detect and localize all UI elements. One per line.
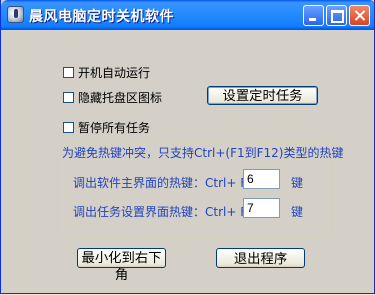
task-hotkey-suffix: 键 — [291, 205, 304, 219]
pause-all-checkbox[interactable]: 暂停所有任务 — [63, 119, 150, 136]
minimize-button[interactable] — [303, 5, 324, 26]
checkbox-box[interactable] — [63, 67, 74, 78]
main-hotkey-label: 调出软件主界面的热键：Ctrl+ F — [73, 176, 248, 190]
pause-all-label: 暂停所有任务 — [78, 121, 151, 135]
checkbox-box[interactable] — [63, 92, 74, 103]
window-title: 晨风电脑定时关机软件 — [29, 9, 174, 25]
task-hotkey-input[interactable] — [243, 198, 280, 218]
exit-button[interactable]: 退出程序 — [216, 248, 305, 268]
main-hotkey-input[interactable] — [243, 169, 280, 189]
hide-tray-checkbox[interactable]: 隐藏托盘区图标 — [63, 89, 162, 106]
main-window: 晨风电脑定时关机软件 开机自动运行 隐藏托盘区图标 设置定时任务 暂停所有任务 … — [0, 0, 375, 294]
set-task-button[interactable]: 设置定时任务 — [207, 86, 318, 105]
maximize-button[interactable] — [326, 5, 347, 26]
checkbox-box[interactable] — [63, 122, 74, 133]
title-bar[interactable]: 晨风电脑定时关机软件 — [1, 0, 374, 30]
autostart-checkbox[interactable]: 开机自动运行 — [63, 64, 150, 81]
hide-tray-label: 隐藏托盘区图标 — [78, 91, 163, 105]
minimize-to-corner-button[interactable]: 最小化到右下角 — [77, 248, 166, 282]
app-icon — [7, 6, 24, 23]
hotkey-group-title: 为避免热键冲突，只支持Ctrl+(F1到F12)类型的热键 — [61, 144, 345, 161]
close-button[interactable] — [349, 5, 370, 26]
main-hotkey-suffix: 键 — [291, 176, 304, 190]
task-hotkey-label: 调出任务设置界面热键：Ctrl+ F — [73, 205, 248, 219]
autostart-label: 开机自动运行 — [78, 66, 151, 80]
